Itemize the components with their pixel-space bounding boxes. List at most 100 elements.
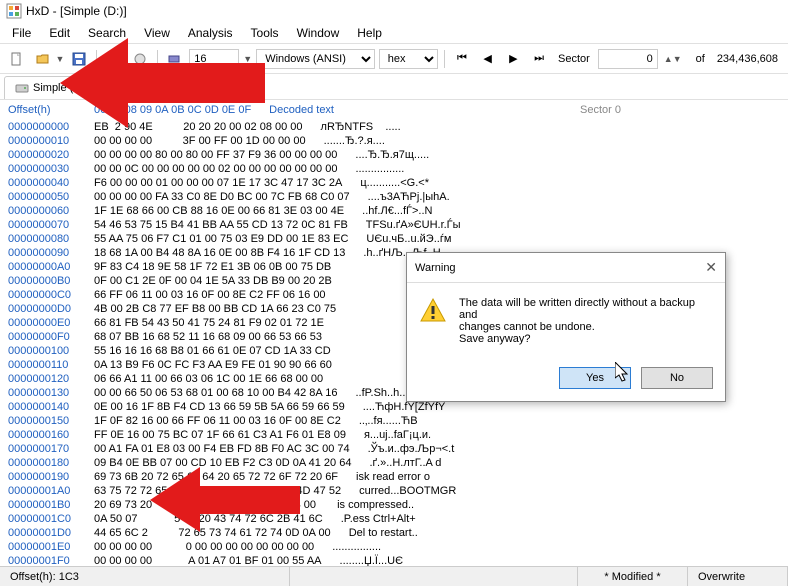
menu-file[interactable]: File: [4, 24, 39, 42]
hex-cell[interactable]: 0F 00 C1 2E 0F 00 04 1E 5A 33 DB B9 00 2…: [94, 274, 332, 288]
ascii-cell[interactable]: Del to restart..: [349, 526, 418, 540]
ascii-cell[interactable]: UЄu.чБ..u.йЭ..ѓм: [366, 232, 451, 246]
yes-button[interactable]: Yes: [559, 367, 631, 389]
hex-row[interactable]: 00000001501F 0F 82 16 00 66 FF 06 11 00 …: [8, 414, 780, 428]
ascii-cell[interactable]: [344, 288, 396, 302]
ascii-cell[interactable]: .P.ess Ctrl+Alt+: [341, 512, 416, 526]
hex-row[interactable]: 000000019069 73 6B 20 72 65 61 64 20 65 …: [8, 470, 780, 484]
ascii-cell[interactable]: лRЂNTFS .....: [321, 120, 401, 134]
bytes-per-row-input[interactable]: [189, 49, 239, 69]
hex-cell[interactable]: 68 07 BB 16 68 52 11 16 68 09 00 66 53 6…: [94, 330, 322, 344]
tool-button-1[interactable]: [103, 48, 125, 70]
ascii-cell[interactable]: ................: [355, 162, 404, 176]
ascii-cell[interactable]: [349, 344, 401, 358]
hex-cell[interactable]: 63 75 72 72 65 64 00 0D 0A 42 4F 4F 54 4…: [94, 484, 341, 498]
menu-view[interactable]: View: [136, 24, 178, 42]
hex-cell[interactable]: 00 A1 FA 01 E8 03 00 F4 EB FD 8B F0 AC 3…: [94, 442, 350, 456]
hex-cell[interactable]: FF 0E 16 00 75 BC 07 1F 66 61 C3 A1 F6 0…: [94, 428, 346, 442]
ascii-cell[interactable]: ..‚..fя......ЋВ: [359, 414, 418, 428]
hex-row[interactable]: 0000000160FF 0E 16 00 75 BC 07 1F 66 61 …: [8, 428, 780, 442]
ascii-cell[interactable]: я...uј..faГ¡ц.и.: [364, 428, 431, 442]
hex-row[interactable]: 00000001D044 65 6C 2 72 65 73 74 61 72 7…: [8, 526, 780, 540]
ascii-cell[interactable]: ....Ђ.Ђ.я7щ.....: [355, 148, 429, 162]
tool-button-2[interactable]: [129, 48, 151, 70]
hex-cell[interactable]: 00 00 00 00 3F 00 FF 00 1D 00 00 00: [94, 134, 306, 148]
hex-cell[interactable]: 00 00 00 00 FA 33 C0 8E D0 BC 00 7C FB 6…: [94, 190, 350, 204]
nav-prev-button[interactable]: ◀: [477, 48, 499, 70]
ascii-cell[interactable]: [342, 316, 394, 330]
ascii-cell[interactable]: .Ўъ.и..фэ.Љр¬<.t: [368, 442, 455, 456]
hex-cell[interactable]: 0A 50 07 5 73 20 43 74 72 6C 2B 41 6C: [94, 512, 323, 526]
hex-cell[interactable]: 06 66 A1 11 00 66 03 06 1C 00 1E 66 68 0…: [94, 372, 323, 386]
hex-cell[interactable]: 1F 1E 68 66 00 CB 88 16 0E 00 66 81 3E 0…: [94, 204, 344, 218]
hex-cell[interactable]: 69 73 6B 20 72 65 61 64 20 65 72 72 6F 7…: [94, 470, 338, 484]
hex-cell[interactable]: 00 00 00 00 80 00 80 00 FF 37 F9 36 00 0…: [94, 148, 337, 162]
sector-input[interactable]: [598, 49, 658, 69]
menu-search[interactable]: Search: [80, 24, 134, 42]
close-icon[interactable]: ✕: [705, 259, 717, 276]
nav-last-button[interactable]: ⏭: [528, 48, 550, 70]
hex-row[interactable]: 0000000040F6 00 00 00 01 00 00 00 07 1E …: [8, 176, 780, 190]
hex-cell[interactable]: 9F 83 C4 18 9E 58 1F 72 E1 3B 06 0B 00 7…: [94, 260, 331, 274]
hex-cell[interactable]: 4B 00 2B C8 77 EF B8 00 BB CD 1A 66 23 C…: [94, 302, 336, 316]
hex-cell[interactable]: 1F 0F 82 16 00 66 FF 06 11 00 03 16 0F 0…: [94, 414, 341, 428]
hex-cell[interactable]: 00 00 0C 00 00 00 00 00 02 00 00 00 00 0…: [94, 162, 337, 176]
ascii-cell[interactable]: ц...........<G.<*: [360, 176, 429, 190]
ascii-cell[interactable]: [341, 372, 393, 386]
hex-cell[interactable]: EB 2 90 4E 20 20 20 00 02 08 00 00: [94, 120, 303, 134]
hex-row[interactable]: 000000005000 00 00 00 FA 33 C0 8E D0 BC …: [8, 190, 780, 204]
hex-cell[interactable]: 55 16 16 16 68 B8 01 66 61 0E 07 CD 1A 3…: [94, 344, 331, 358]
charset-select[interactable]: Windows (ANSI): [256, 49, 375, 69]
hex-cell[interactable]: 54 46 53 75 15 B4 41 BB AA 55 CD 13 72 0…: [94, 218, 348, 232]
hex-row[interactable]: 000000001000 00 00 00 3F 00 FF 00 1D 00 …: [8, 134, 780, 148]
hex-cell[interactable]: 66 81 FB 54 43 50 41 75 24 81 F9 02 01 7…: [94, 316, 324, 330]
menu-tools[interactable]: Tools: [243, 24, 287, 42]
menu-window[interactable]: Window: [289, 24, 348, 42]
hex-cell[interactable]: 44 65 6C 2 72 65 73 74 61 72 74 0D 0A 00: [94, 526, 331, 540]
base-select[interactable]: hex: [379, 49, 438, 69]
ascii-cell[interactable]: is compressed..: [334, 498, 414, 512]
tool-button-3[interactable]: [164, 48, 186, 70]
tab-simple-d[interactable]: Simple (D:): [4, 76, 99, 99]
hex-row[interactable]: 000000008055 AA 75 06 F7 C1 01 00 75 03 …: [8, 232, 780, 246]
hex-row[interactable]: 00000001400E 00 16 1F 8B F4 CD 13 66 59 …: [8, 400, 780, 414]
hex-row[interactable]: 000000002000 00 00 00 80 00 80 00 FF 37 …: [8, 148, 780, 162]
ascii-cell[interactable]: [354, 302, 406, 316]
hex-row[interactable]: 0000000000EB 2 90 4E 20 20 20 00 02 08 0…: [8, 120, 780, 134]
menu-help[interactable]: Help: [349, 24, 390, 42]
ascii-cell[interactable]: [350, 358, 402, 372]
ascii-cell[interactable]: ..hf.Л€...fЃ>..N: [362, 204, 432, 218]
nav-first-button[interactable]: ⏮: [451, 48, 473, 70]
spinner-icon[interactable]: ▲▼: [664, 54, 682, 64]
ascii-cell[interactable]: .......Ђ.?.я....: [324, 134, 385, 148]
ascii-cell[interactable]: [340, 330, 392, 344]
hex-cell[interactable]: 55 AA 75 06 F7 C1 01 00 75 03 E9 DD 00 1…: [94, 232, 348, 246]
hex-cell[interactable]: F6 00 00 00 01 00 00 00 07 1E 17 3C 47 1…: [94, 176, 342, 190]
hex-row[interactable]: 00000001E000 00 00 00 0 00 00 00 00 00 0…: [8, 540, 780, 554]
nav-next-button[interactable]: ▶: [503, 48, 525, 70]
no-button[interactable]: No: [641, 367, 713, 389]
hex-row[interactable]: 000000017000 A1 FA 01 E8 03 00 F4 EB FD …: [8, 442, 780, 456]
hex-cell[interactable]: 00 00 66 50 06 53 68 01 00 68 10 00 B4 4…: [94, 386, 337, 400]
hex-cell[interactable]: 00 00 00 00 0 00 00 00 00 00 00 00 00: [94, 540, 314, 554]
ascii-cell[interactable]: [349, 260, 401, 274]
ascii-cell[interactable]: curred...BOOTMGR: [359, 484, 456, 498]
menu-edit[interactable]: Edit: [41, 24, 78, 42]
hex-cell[interactable]: 18 68 1A 00 B4 48 8A 16 0E 00 8B F4 16 1…: [94, 246, 345, 260]
hex-cell[interactable]: 66 FF 06 11 00 03 16 0F 00 8E C2 FF 06 1…: [94, 288, 326, 302]
ascii-cell[interactable]: [350, 274, 402, 288]
hex-row[interactable]: 00000001B020 69 73 20 D 70 72 65 73 73 6…: [8, 498, 780, 512]
hex-row[interactable]: 00000000601F 1E 68 66 00 CB 88 16 0E 00 …: [8, 204, 780, 218]
save-button[interactable]: [68, 48, 90, 70]
dropdown-icon[interactable]: ▼: [243, 54, 252, 64]
ascii-cell[interactable]: isk read error o: [356, 470, 430, 484]
hex-cell[interactable]: 09 B4 0E BB 07 00 CD 10 EB F2 C3 0D 0A 4…: [94, 456, 351, 470]
ascii-cell[interactable]: .ґ.»..Н.лтГ..A d: [369, 456, 441, 470]
ascii-cell[interactable]: TFSu.ґA»ЄUН.r.Ѓы: [366, 218, 461, 232]
hex-cell[interactable]: 0E 00 16 1F 8B F4 CD 13 66 59 5B 5A 66 5…: [94, 400, 345, 414]
hex-row[interactable]: 000000003000 00 0C 00 00 00 00 00 02 00 …: [8, 162, 780, 176]
menu-analysis[interactable]: Analysis: [180, 24, 241, 42]
hex-row[interactable]: 00000001C00A 50 07 5 73 20 43 74 72 6C 2…: [8, 512, 780, 526]
new-button[interactable]: [6, 48, 28, 70]
ascii-cell[interactable]: ....ЋфН.fY[ZfYfY: [363, 400, 446, 414]
